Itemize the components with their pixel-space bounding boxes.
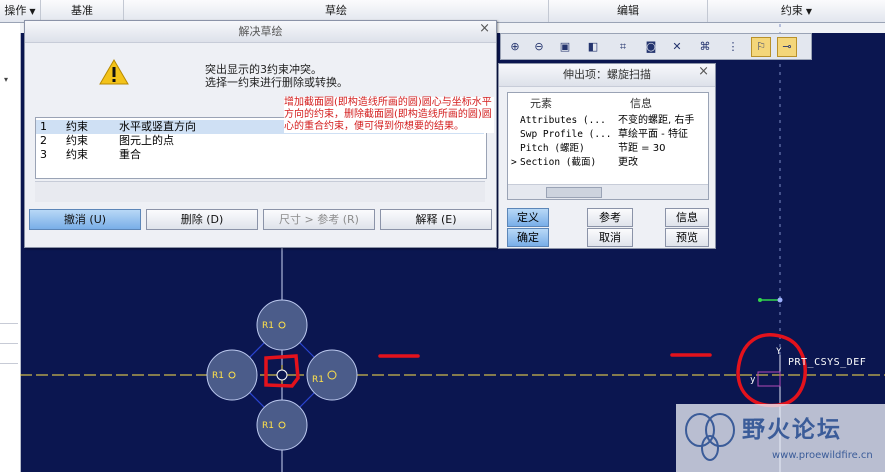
element-name: Attributes (... xyxy=(520,115,606,126)
element-info: 节距 = 30 xyxy=(618,143,666,154)
delete-button[interactable]: 删除 (D) xyxy=(146,209,258,230)
row-type: 约束 xyxy=(66,148,88,161)
table-row[interactable]: Pitch (螺距) 节距 = 30 xyxy=(508,142,708,155)
csys-marker xyxy=(757,371,781,387)
table-row[interactable]: > Section (截面) 更改 xyxy=(508,156,708,169)
zoom-out-icon[interactable]: ⊖ xyxy=(529,37,549,57)
circle-label: R1 xyxy=(312,375,324,385)
column-header-info: 信息 xyxy=(630,97,652,110)
refit-icon[interactable]: ▣ xyxy=(555,37,575,57)
datum-display-icon[interactable]: ⌗ xyxy=(613,37,633,57)
row-number: 1 xyxy=(40,120,47,133)
undo-button[interactable]: 撤消 (U) xyxy=(29,209,141,230)
sketch-orient-icon[interactable]: ⚐ xyxy=(751,37,771,57)
preview-button[interactable]: 预览 xyxy=(665,228,709,247)
dim-to-ref-button[interactable]: 尺寸 > 参考 (R) xyxy=(263,209,375,230)
element-name: Pitch (螺距) xyxy=(520,143,585,154)
row-type: 约束 xyxy=(66,134,88,147)
watermark-name: 野火论坛 xyxy=(742,417,842,443)
info-button[interactable]: 信息 xyxy=(665,208,709,227)
blue-point xyxy=(777,297,783,303)
watermark-url: www.proewildfire.cn xyxy=(772,450,873,461)
x-axis-label: y xyxy=(750,375,756,385)
element-info: 更改 xyxy=(618,157,638,168)
zoom-in-icon[interactable]: ⊕ xyxy=(505,37,525,57)
grid-display-icon[interactable]: ⌘ xyxy=(695,37,715,57)
csys-label: PRT_CSYS_DEF xyxy=(788,357,867,368)
annotation-note: 增加截面圆(即构造线所画的圆)圆心与坐标水平方向的约束，删除截面圆(即构造线所画… xyxy=(284,97,494,133)
camera-icon[interactable]: ◙ xyxy=(641,37,661,57)
row-desc: 重合 xyxy=(119,148,141,161)
section-circles xyxy=(206,299,358,451)
list-footer xyxy=(35,181,485,202)
view-toolbar: ⊕ ⊖ ▣ ◧ ⌗ ◙ ✕ ⌘ ⋮ ⚐ ⊸ xyxy=(500,33,812,60)
ok-button[interactable]: 确定 xyxy=(507,228,549,247)
resolve-sketch-dialog: 解决草绘 × 突出显示的3约束冲突。 选择一约束进行删除或转换。 1 约束 水平… xyxy=(24,20,497,248)
sweep-title: 伸出项：螺旋扫描 xyxy=(499,64,715,87)
vertex-display-icon[interactable]: ⋮ xyxy=(723,37,743,57)
close-icon[interactable]: × xyxy=(698,64,709,79)
butterfly-logo-icon xyxy=(685,413,735,461)
element-info: 不变的螺距, 右手 xyxy=(618,115,695,126)
shading-icon[interactable]: ◧ xyxy=(583,37,603,57)
constraint-display-icon[interactable]: ✕ xyxy=(667,37,687,57)
row-number: 3 xyxy=(40,148,47,161)
table-row[interactable]: Swp Profile (... 草绘平面 - 特征 xyxy=(508,128,708,141)
column-header-element: 元素 xyxy=(530,97,552,110)
dimension-display-icon[interactable]: ⊸ xyxy=(777,37,797,57)
dialog-title: 解决草绘 xyxy=(25,21,496,43)
element-name: Section (截面) xyxy=(520,157,597,168)
list-item[interactable]: 3 约束 重合 xyxy=(36,148,484,162)
horizontal-scrollbar[interactable] xyxy=(508,184,708,199)
row-desc: 水平或竖直方向 xyxy=(119,120,196,133)
y-axis-label: Y xyxy=(776,347,782,357)
row-number: 2 xyxy=(40,134,47,147)
table-row[interactable]: Attributes (... 不变的螺距, 右手 xyxy=(508,114,708,127)
define-button[interactable]: 定义 xyxy=(507,208,549,227)
expand-icon: > xyxy=(511,157,517,168)
circle-label: R1 xyxy=(262,421,274,431)
circle-label: R1 xyxy=(212,371,224,381)
row-desc: 图元上的点 xyxy=(119,134,174,147)
row-type: 约束 xyxy=(66,120,88,133)
element-table: 元素 信息 Attributes (... 不变的螺距, 右手 Swp Prof… xyxy=(507,92,709,200)
cancel-button[interactable]: 取消 xyxy=(587,228,633,247)
element-name: Swp Profile (... xyxy=(520,129,612,140)
element-info: 草绘平面 - 特征 xyxy=(618,129,688,140)
green-point xyxy=(758,298,762,302)
reference-button[interactable]: 参考 xyxy=(587,208,633,227)
explain-button[interactable]: 解释 (E) xyxy=(380,209,492,230)
scrollbar-thumb[interactable] xyxy=(546,187,602,198)
instruction-message: 选择一约束进行删除或转换。 xyxy=(205,76,348,89)
helical-sweep-dialog: 伸出项：螺旋扫描 × 元素 信息 Attributes (... 不变的螺距, … xyxy=(498,63,716,249)
close-icon[interactable]: × xyxy=(479,21,490,36)
circle-label: R1 xyxy=(262,321,274,331)
warning-icon xyxy=(99,59,129,85)
list-item[interactable]: 2 约束 图元上的点 xyxy=(36,134,484,148)
